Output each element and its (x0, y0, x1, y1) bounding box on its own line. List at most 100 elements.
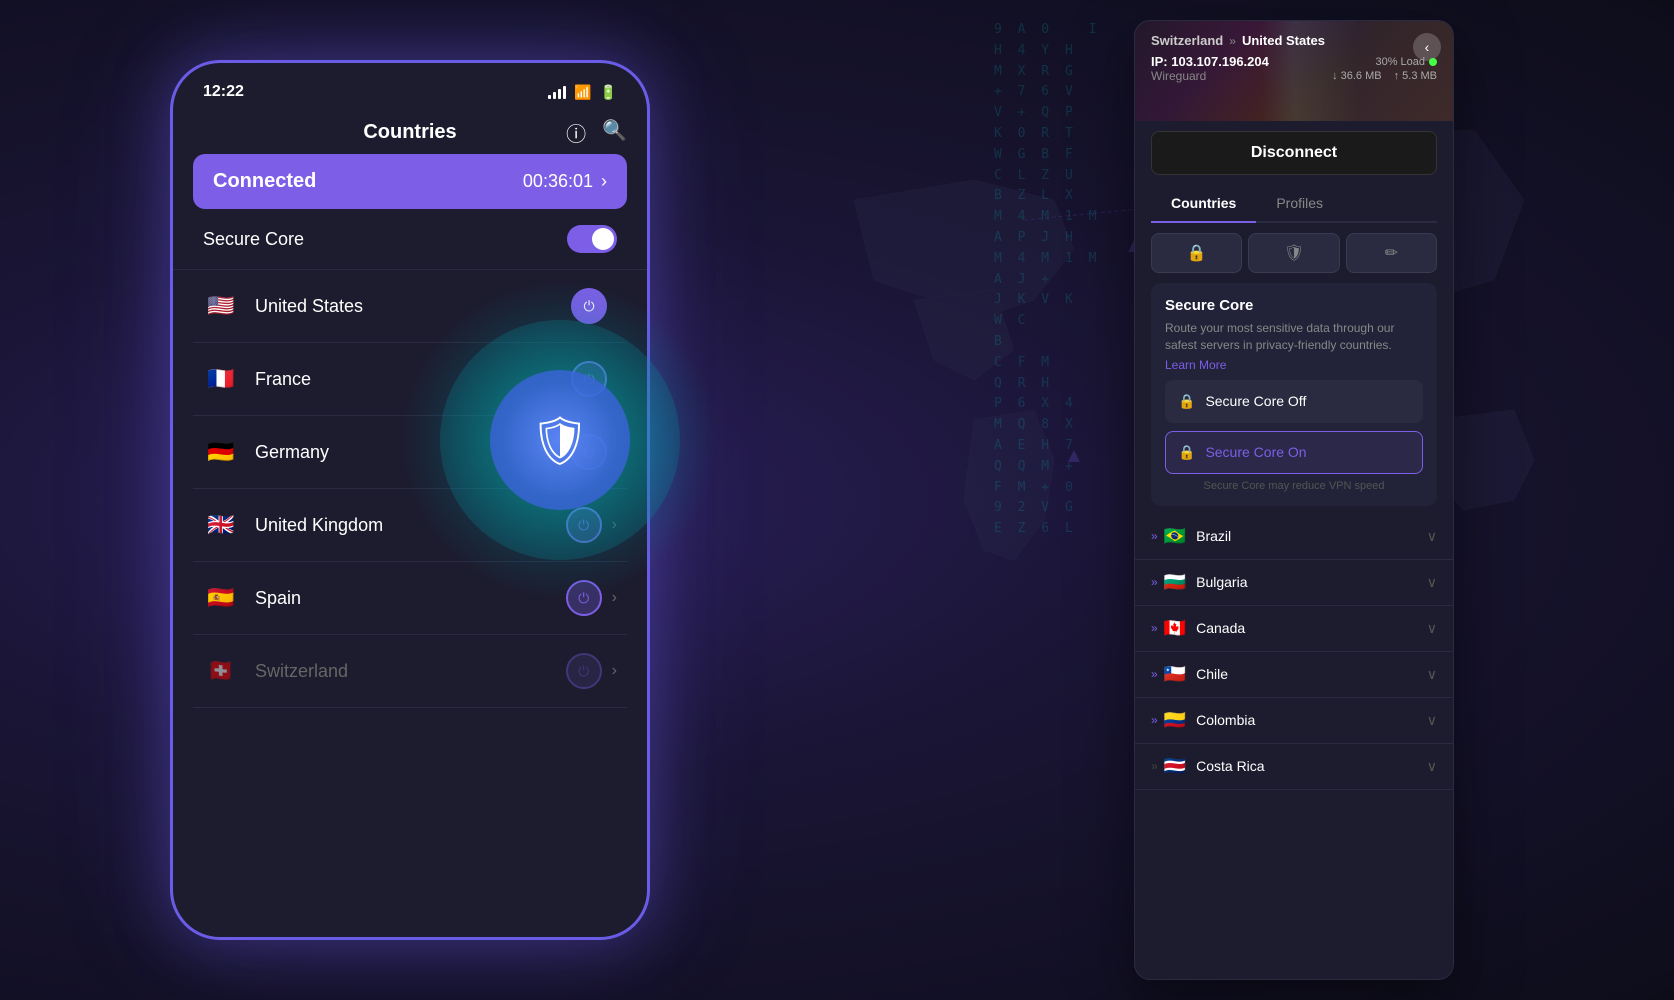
expand-icon-canada: ∨ (1427, 620, 1437, 637)
filter-btn-edit[interactable]: ✏ (1346, 233, 1437, 273)
secure-core-on-label: Secure Core On (1205, 444, 1306, 460)
panel-load: 30% Load (1375, 56, 1437, 68)
country-item-uk[interactable]: 🇬🇧 United Kingdom ⏻ › (193, 489, 627, 562)
expand-icon-brazil: ∨ (1427, 528, 1437, 545)
flag-canada: 🇨🇦 (1164, 618, 1186, 639)
flag-ch: 🇨🇭 (203, 658, 239, 684)
expand-icon-chile: ∨ (1427, 666, 1437, 683)
filter-btn-lock[interactable]: 🔒 (1151, 233, 1242, 273)
tab-countries[interactable]: Countries (1151, 185, 1256, 221)
filter-btn-shield[interactable]: 🛡 (1248, 233, 1339, 273)
breadcrumb: Switzerland » United States (1151, 33, 1437, 48)
power-btn-uk[interactable]: ⏻ (566, 507, 602, 543)
disconnect-button[interactable]: Disconnect (1151, 131, 1437, 175)
country-item-fr[interactable]: 🇫🇷 France ⏻ (193, 343, 627, 416)
chevron-left-icon-cr: » (1151, 759, 1158, 773)
desktop-vpn-panel: Switzerland » United States IP: 103.107.… (1134, 20, 1454, 980)
country-canada: Canada (1196, 620, 1427, 636)
desktop-country-costarica[interactable]: » 🇨🇷 Costa Rica ∨ (1135, 744, 1453, 790)
secure-core-off-option[interactable]: 🔒 Secure Core Off (1165, 380, 1423, 423)
chevron-left-icon-cl: » (1151, 667, 1158, 681)
power-btn-fr[interactable]: ⏻ (571, 361, 607, 397)
tab-profiles[interactable]: Profiles (1256, 185, 1343, 221)
battery-icon: 🔋 (600, 84, 617, 101)
desktop-country-colombia[interactable]: » 🇨🇴 Colombia ∨ (1135, 698, 1453, 744)
panel-protocol-row: Wireguard ↓ 36.6 MB ↑ 5.3 MB (1151, 69, 1437, 83)
country-chile: Chile (1196, 666, 1427, 682)
flag-fr: 🇫🇷 (203, 366, 239, 392)
filter-row: 🔒 🛡 ✏ (1151, 233, 1437, 273)
country-list: 🇺🇸 United States ⏻ 🇫🇷 France ⏻ 🇩🇪 German… (173, 270, 647, 708)
flag-chile: 🇨🇱 (1164, 664, 1186, 685)
panel-stats: ↓ 36.6 MB ↑ 5.3 MB (1332, 70, 1437, 82)
country-item-ch[interactable]: 🇨🇭 Switzerland ⏻ › (193, 635, 627, 708)
country-name-ch: Switzerland (255, 661, 566, 682)
secure-core-description: Route your most sensitive data through o… (1165, 320, 1423, 354)
info-icon[interactable]: ⓘ (566, 118, 586, 147)
panel-info-row: IP: 103.107.196.204 30% Load (1151, 54, 1437, 69)
flag-us: 🇺🇸 (203, 293, 239, 319)
country-item-es[interactable]: 🇪🇸 Spain ⏻ › (193, 562, 627, 635)
phone-header: Countries ⓘ 🔍 (173, 111, 647, 154)
country-item-de[interactable]: 🇩🇪 Germany ⏻ (193, 416, 627, 489)
country-brazil: Brazil (1196, 528, 1427, 544)
load-dot (1429, 58, 1437, 66)
lock-active-icon: 🔒 (1178, 444, 1195, 461)
chevron-left-icon: » (1151, 529, 1158, 543)
lock-icon: 🔒 (1178, 393, 1195, 410)
desktop-country-list: » 🇧🇷 Brazil ∨ » 🇧🇬 Bulgaria ∨ » 🇨🇦 Canad… (1135, 514, 1453, 790)
expand-icon-costarica: ∨ (1427, 758, 1437, 775)
expand-icon-colombia: ∨ (1427, 712, 1437, 729)
connected-banner[interactable]: Connected 00:36:01 › (193, 154, 627, 209)
panel-header-content: Switzerland » United States IP: 103.107.… (1151, 33, 1437, 83)
chevron-ch: › (612, 662, 617, 680)
panel-ip: IP: 103.107.196.204 (1151, 54, 1269, 69)
breadcrumb-to: United States (1242, 33, 1325, 48)
secure-core-on-option[interactable]: 🔒 Secure Core On (1165, 431, 1423, 474)
phone-status-icons: 📶 🔋 (548, 84, 617, 101)
country-name-uk: United Kingdom (255, 515, 566, 536)
flag-costarica: 🇨🇷 (1164, 756, 1186, 777)
flag-es: 🇪🇸 (203, 585, 239, 611)
power-btn-es[interactable]: ⏻ (566, 580, 602, 616)
country-name-fr: France (255, 369, 571, 390)
phone-status-bar: 12:22 📶 🔋 (173, 63, 647, 111)
chevron-left-icon-bg: » (1151, 575, 1158, 589)
secure-core-label: Secure Core (203, 229, 304, 250)
desktop-country-bulgaria[interactable]: » 🇧🇬 Bulgaria ∨ (1135, 560, 1453, 606)
country-name-de: Germany (255, 442, 571, 463)
phone-header-icons: ⓘ 🔍 (566, 118, 627, 147)
desktop-country-brazil[interactable]: » 🇧🇷 Brazil ∨ (1135, 514, 1453, 560)
chevron-es: › (612, 589, 617, 607)
secure-core-learn-more[interactable]: Learn More (1165, 358, 1423, 372)
country-name-us: United States (255, 296, 571, 317)
power-btn-us[interactable]: ⏻ (571, 288, 607, 324)
country-colombia: Colombia (1196, 712, 1427, 728)
flag-colombia: 🇨🇴 (1164, 710, 1186, 731)
chevron-right-icon: › (601, 171, 607, 192)
panel-protocol: Wireguard (1151, 69, 1206, 83)
desktop-country-canada[interactable]: » 🇨🇦 Canada ∨ (1135, 606, 1453, 652)
secure-core-off-label: Secure Core Off (1205, 393, 1306, 409)
wifi-icon: 📶 (574, 84, 591, 101)
breadcrumb-from: Switzerland (1151, 33, 1223, 48)
desktop-country-chile[interactable]: » 🇨🇱 Chile ∨ (1135, 652, 1453, 698)
power-btn-de[interactable]: ⏻ (571, 434, 607, 470)
search-icon[interactable]: 🔍 (602, 118, 627, 147)
phone-time: 12:22 (203, 83, 244, 101)
power-btn-ch[interactable]: ⏻ (566, 653, 602, 689)
connected-time: 00:36:01 › (523, 171, 607, 192)
secure-core-panel: Secure Core Route your most sensitive da… (1151, 283, 1437, 506)
breadcrumb-arrow: » (1229, 34, 1236, 48)
country-costarica: Costa Rica (1196, 758, 1427, 774)
chevron-uk: › (612, 516, 617, 534)
country-item-us[interactable]: 🇺🇸 United States ⏻ (193, 270, 627, 343)
flag-de: 🇩🇪 (203, 439, 239, 465)
secure-core-toggle[interactable] (567, 225, 617, 253)
connected-status: Connected (213, 170, 316, 193)
download-stat: ↓ 36.6 MB (1332, 70, 1382, 82)
country-bulgaria: Bulgaria (1196, 574, 1427, 590)
flag-uk: 🇬🇧 (203, 512, 239, 538)
expand-icon-bulgaria: ∨ (1427, 574, 1437, 591)
secure-core-note: Secure Core may reduce VPN speed (1165, 480, 1423, 492)
